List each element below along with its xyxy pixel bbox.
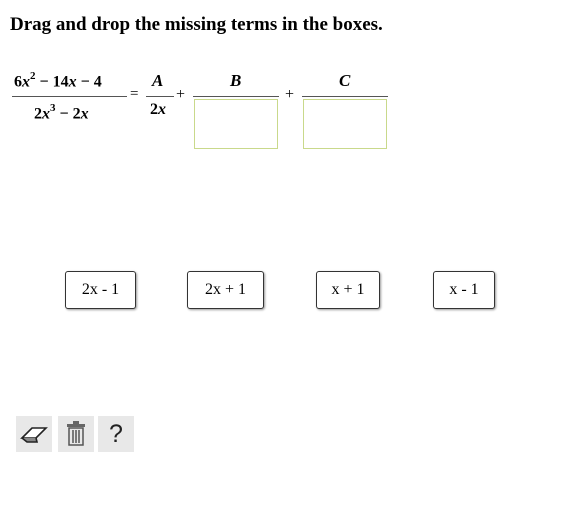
instruction-text: Drag and drop the missing terms in the b… (10, 14, 383, 35)
eraser-icon (20, 427, 48, 443)
term3-numerator: C (339, 71, 351, 90)
lhs-numerator: 6x2 − 14x − 4 (14, 70, 102, 91)
term1-numerator: A (152, 71, 164, 90)
tile-2x-minus-1[interactable]: 2x - 1 (65, 271, 136, 309)
tile-x-plus-1[interactable]: x + 1 (316, 271, 380, 309)
trash-button[interactable] (58, 416, 94, 452)
help-icon: ? (109, 419, 123, 448)
term2-fraction-bar (193, 96, 279, 97)
term1-denominator: 2x (150, 101, 166, 118)
term2-numerator: B (230, 71, 242, 90)
eraser-button[interactable] (16, 416, 52, 452)
lhs-fraction-bar (12, 96, 127, 97)
term3-fraction-bar (302, 96, 388, 97)
lhs-denominator: 2x3 − 2x (34, 102, 89, 123)
plus-sign-2: + (285, 86, 295, 103)
term1-fraction-bar (146, 96, 174, 97)
plus-sign-1: + (176, 86, 186, 103)
tile-2x-plus-1[interactable]: 2x + 1 (187, 271, 264, 309)
drop-box-c[interactable] (303, 99, 387, 149)
tile-x-minus-1[interactable]: x - 1 (433, 271, 495, 309)
drop-box-b[interactable] (194, 99, 278, 149)
trash-icon (67, 421, 85, 446)
equals-sign: = (130, 86, 139, 102)
help-button[interactable]: ? (98, 416, 134, 452)
